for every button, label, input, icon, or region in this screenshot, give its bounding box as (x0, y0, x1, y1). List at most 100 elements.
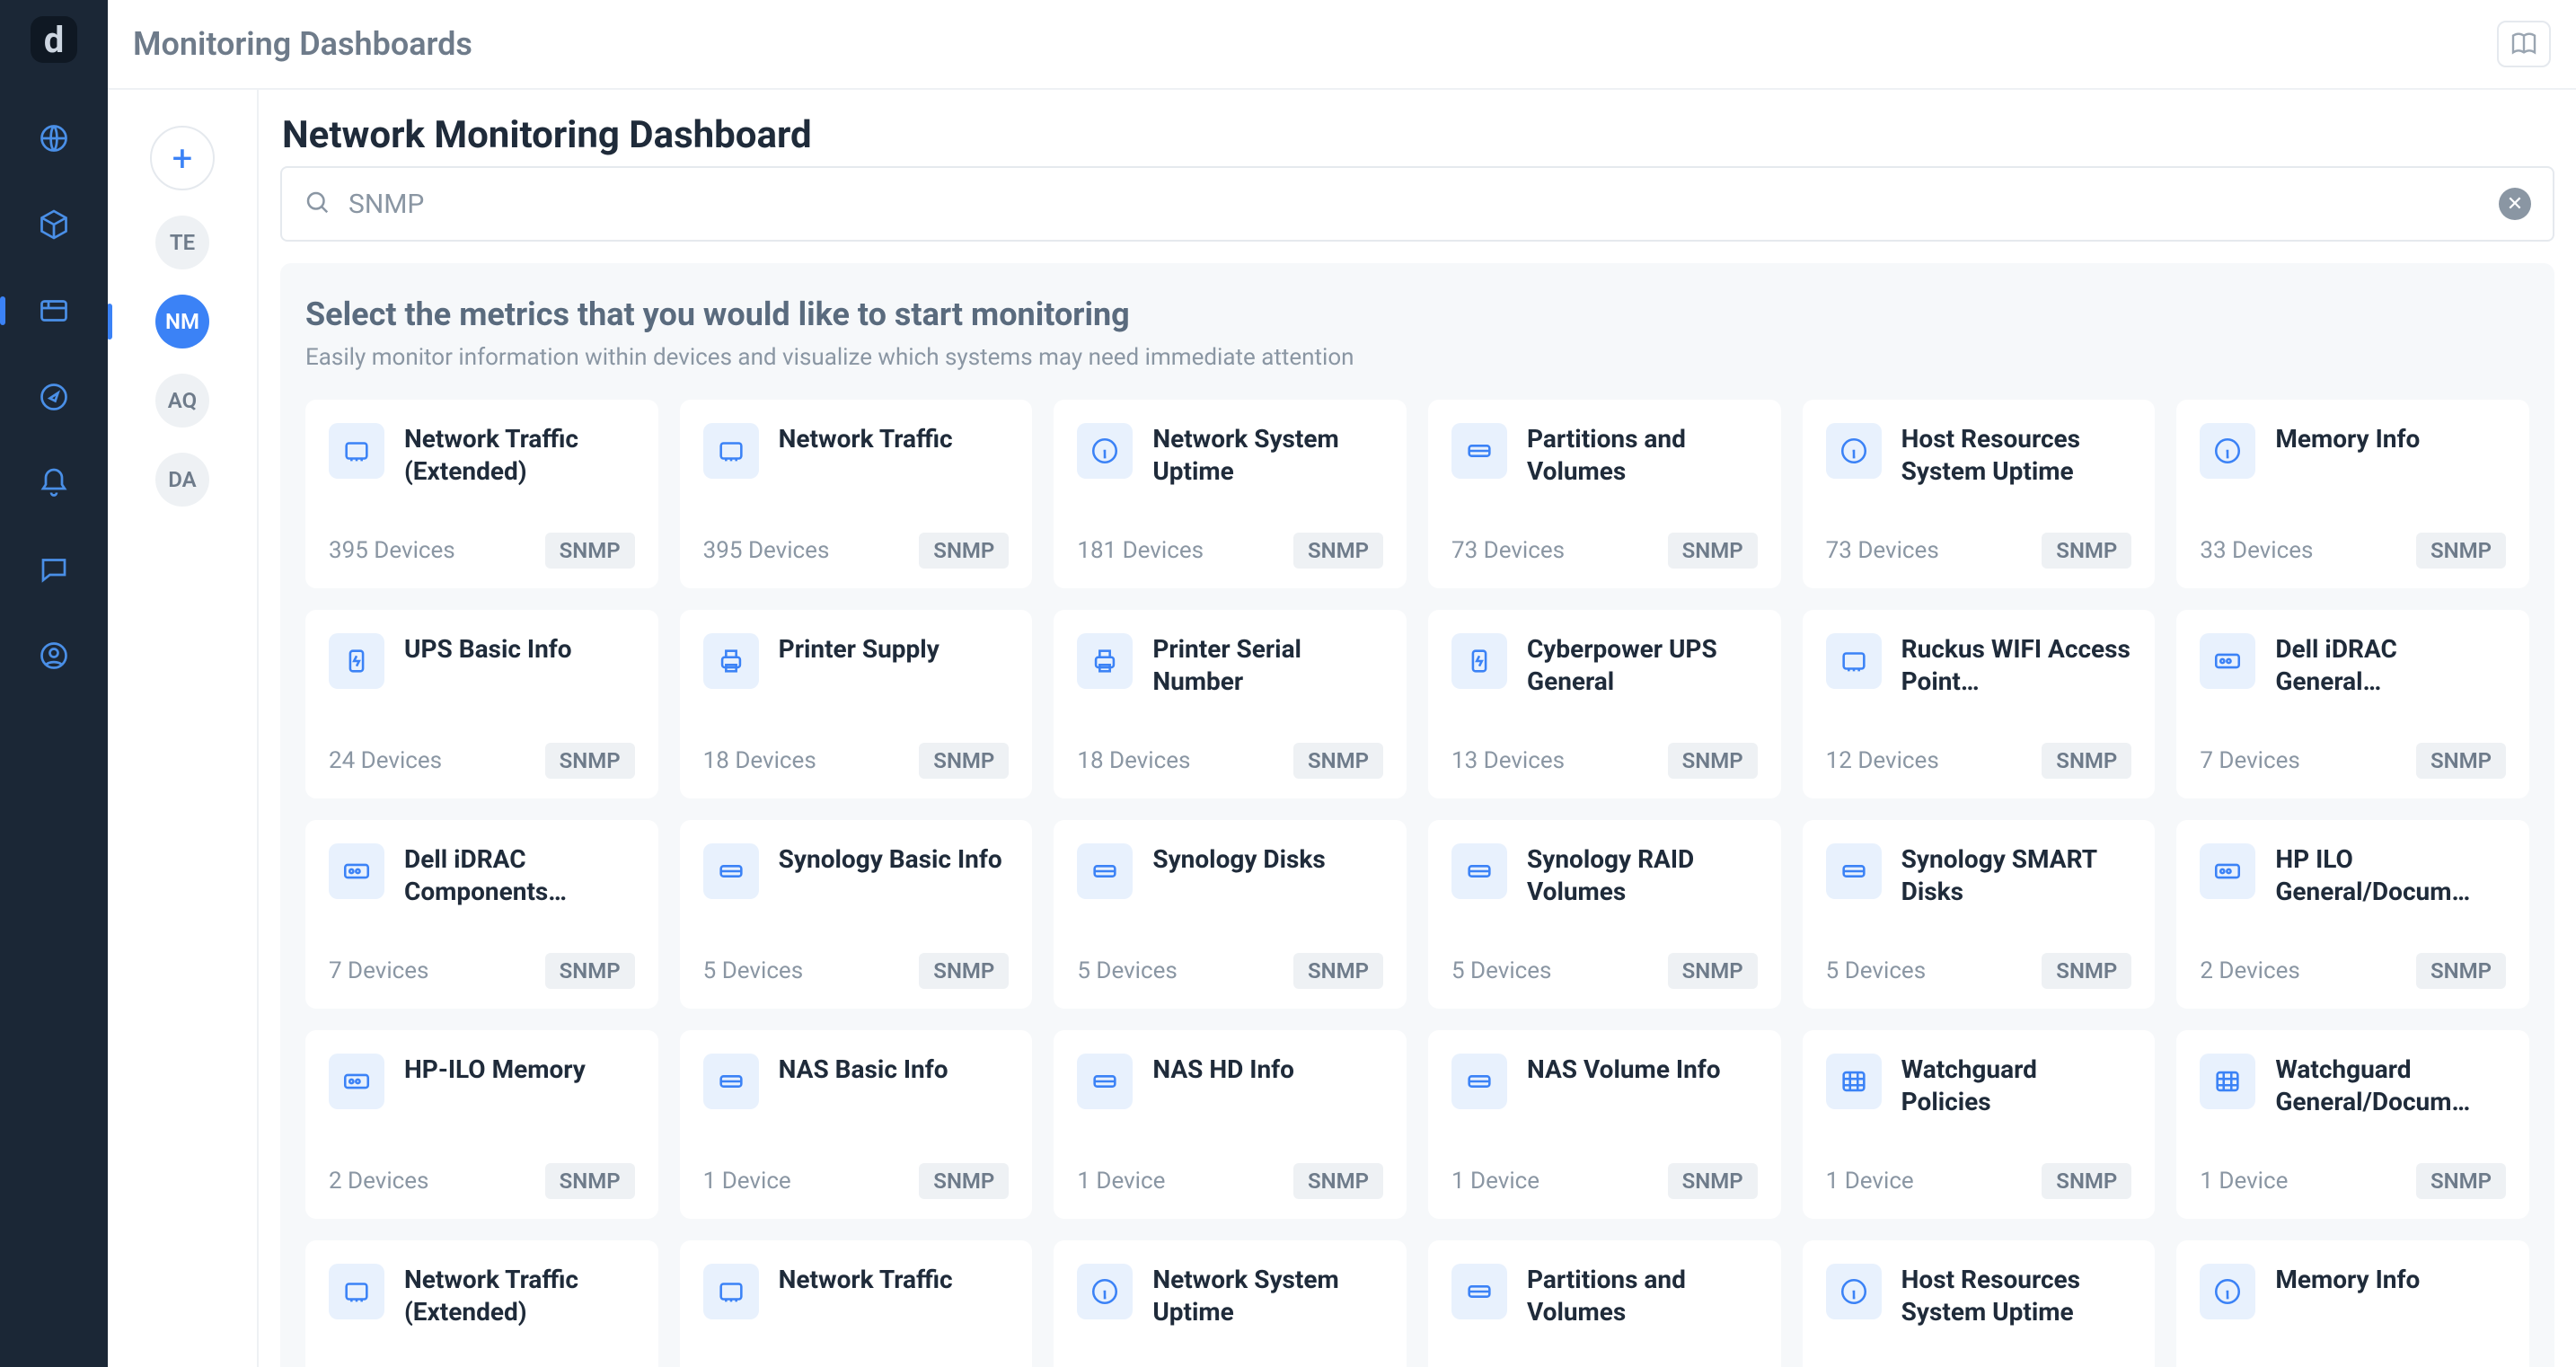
metric-card[interactable]: Cyberpower UPS General13 DevicesSNMP (1428, 610, 1781, 798)
metric-card-devices: 395 Devices (703, 537, 830, 564)
metric-card-title: Synology Basic Info (779, 843, 1002, 876)
metric-card-devices: 12 Devices (1826, 747, 1939, 774)
metric-card-title: Cyberpower UPS General (1527, 633, 1758, 699)
metric-card[interactable]: Network Traffic (Extended)395 DevicesSNM… (305, 400, 658, 588)
metric-card-title: Watchguard Policies (1901, 1054, 2132, 1119)
metric-card-devices: 1 Device (1077, 1168, 1165, 1195)
metric-card[interactable]: Synology SMART Disks5 DevicesSNMP (1803, 820, 2156, 1009)
metric-card-title: HP-ILO Memory (404, 1054, 586, 1086)
metric-card-devices: 13 Devices (1451, 747, 1565, 774)
nic-icon (703, 1264, 759, 1319)
disk-icon (703, 843, 759, 899)
metric-card[interactable]: Network Traffic395 DevicesSNMP (680, 400, 1033, 588)
info-icon (1077, 1264, 1133, 1319)
rail-dashboard-icon[interactable] (32, 289, 75, 332)
metric-card-tag: SNMP (919, 1163, 1009, 1199)
app-rail: d (0, 0, 108, 1367)
metric-card-tag: SNMP (2416, 743, 2506, 779)
metric-card-title: Partitions and Volumes (1527, 1264, 1758, 1329)
metric-card[interactable]: Partitions and Volumes73 DevicesSNMP (1428, 400, 1781, 588)
disk-icon (1451, 1264, 1507, 1319)
add-dashboard-button[interactable]: + (150, 126, 215, 190)
info-icon (1826, 423, 1882, 479)
metric-card[interactable]: Partitions and VolumesSNMP (1428, 1240, 1781, 1367)
metric-card-title: NAS Volume Info (1527, 1054, 1721, 1086)
metric-card[interactable]: Watchguard Policies1 DeviceSNMP (1803, 1030, 2156, 1219)
metric-card[interactable]: Printer Supply18 DevicesSNMP (680, 610, 1033, 798)
info-icon (2200, 423, 2255, 479)
metric-card-devices: 5 Devices (703, 957, 803, 984)
metric-card[interactable]: UPS Basic Info24 DevicesSNMP (305, 610, 658, 798)
fw-icon (1826, 1054, 1882, 1109)
help-book-button[interactable] (2497, 21, 2551, 67)
metric-card-devices: 7 Devices (329, 957, 428, 984)
metric-card[interactable]: Network Traffic (Extended)SNMP (305, 1240, 658, 1367)
metric-card[interactable]: NAS Basic Info1 DeviceSNMP (680, 1030, 1033, 1219)
clear-search-button[interactable]: ✕ (2499, 188, 2531, 220)
rail-chat-icon[interactable] (32, 548, 75, 591)
rail-bell-icon[interactable] (32, 462, 75, 505)
metric-card-tag: SNMP (2416, 533, 2506, 569)
metrics-subheading: Easily monitor information within device… (305, 344, 2529, 371)
metric-card[interactable]: Dell iDRAC Components… 7 Devices SNMP (305, 820, 658, 1009)
metric-card-devices: 7 Devices (2200, 747, 2299, 774)
metric-card-tag: SNMP (2042, 533, 2131, 569)
metric-card-tag: SNMP (545, 743, 635, 779)
metric-card-title: NAS HD Info (1152, 1054, 1294, 1086)
metric-card[interactable]: HP-ILO Memory2 DevicesSNMP (305, 1030, 658, 1219)
metric-card-tag: SNMP (919, 953, 1009, 989)
metric-card-title: Printer Supply (779, 633, 940, 666)
dashboard-chip-nm[interactable]: NM (155, 295, 209, 348)
metric-card-title: Synology RAID Volumes (1527, 843, 1758, 909)
metric-card[interactable]: NAS Volume Info1 DeviceSNMP (1428, 1030, 1781, 1219)
disk-icon (1451, 843, 1507, 899)
metric-card-tag: SNMP (545, 953, 635, 989)
rail-globe-icon[interactable] (32, 117, 75, 160)
metric-card[interactable]: Host Resources System UptimeSNMP (1803, 1240, 2156, 1367)
metric-card[interactable]: Synology Basic Info 5 Devices SNMP (680, 820, 1033, 1009)
metric-card-devices: 73 Devices (1826, 537, 1939, 564)
metric-card[interactable]: Network System Uptime181 DevicesSNMP (1054, 400, 1407, 588)
metric-card-devices: 5 Devices (1826, 957, 1926, 984)
metric-card-tag: SNMP (1668, 1163, 1758, 1199)
metric-card-title: Memory Info (2275, 1264, 2420, 1296)
metric-card[interactable]: Dell iDRAC General…7 DevicesSNMP (2176, 610, 2529, 798)
disk-icon (1451, 423, 1507, 479)
metric-card[interactable]: Synology Disks5 DevicesSNMP (1054, 820, 1407, 1009)
metric-card[interactable]: Printer Serial Number18 DevicesSNMP (1054, 610, 1407, 798)
metric-card-tag: SNMP (2416, 953, 2506, 989)
metric-card-devices: 1 Device (1826, 1168, 1914, 1195)
metric-card-devices: 181 Devices (1077, 537, 1204, 564)
metric-card-title: Dell iDRAC Components… (404, 843, 635, 909)
metric-card[interactable]: Network System UptimeSNMP (1054, 1240, 1407, 1367)
disk-icon (703, 1054, 759, 1109)
nic-icon (1826, 633, 1882, 689)
metric-card-title: Network Traffic (Extended) (404, 1264, 635, 1329)
metric-card[interactable]: HP ILO General/Docum…2 DevicesSNMP (2176, 820, 2529, 1009)
idrac-icon (329, 1054, 384, 1109)
metric-card[interactable]: Watchguard General/Docum…1 DeviceSNMP (2176, 1030, 2529, 1219)
search-bar: ✕ (280, 166, 2554, 242)
metric-card[interactable]: Network TrafficSNMP (680, 1240, 1033, 1367)
metric-card[interactable]: Host Resources System Uptime73 DevicesSN… (1803, 400, 2156, 588)
rail-box-icon[interactable] (32, 203, 75, 246)
search-input[interactable] (348, 189, 2481, 220)
rail-compass-icon[interactable] (32, 375, 75, 419)
disk-icon (1077, 1054, 1133, 1109)
idrac-icon (2200, 633, 2255, 689)
metric-card[interactable]: Memory InfoSNMP (2176, 1240, 2529, 1367)
metric-card[interactable]: Memory Info33 DevicesSNMP (2176, 400, 2529, 588)
metric-card-devices: 1 Device (2200, 1168, 2288, 1195)
metric-card[interactable]: Synology RAID Volumes5 DevicesSNMP (1428, 820, 1781, 1009)
dashboard-chip-aq[interactable]: AQ (155, 374, 209, 428)
dashboard-chip-da[interactable]: DA (155, 453, 209, 507)
metric-card-devices: 5 Devices (1451, 957, 1551, 984)
metric-card[interactable]: NAS HD Info1 DeviceSNMP (1054, 1030, 1407, 1219)
idrac-icon (2200, 843, 2255, 899)
rail-user-icon[interactable] (32, 634, 75, 677)
search-icon (304, 189, 331, 219)
metric-card-title: Network System Uptime (1152, 423, 1383, 489)
metric-card[interactable]: Ruckus WIFI Access Point…12 DevicesSNMP (1803, 610, 2156, 798)
dashboard-chip-te[interactable]: TE (155, 216, 209, 269)
metric-card-tag: SNMP (2042, 743, 2131, 779)
